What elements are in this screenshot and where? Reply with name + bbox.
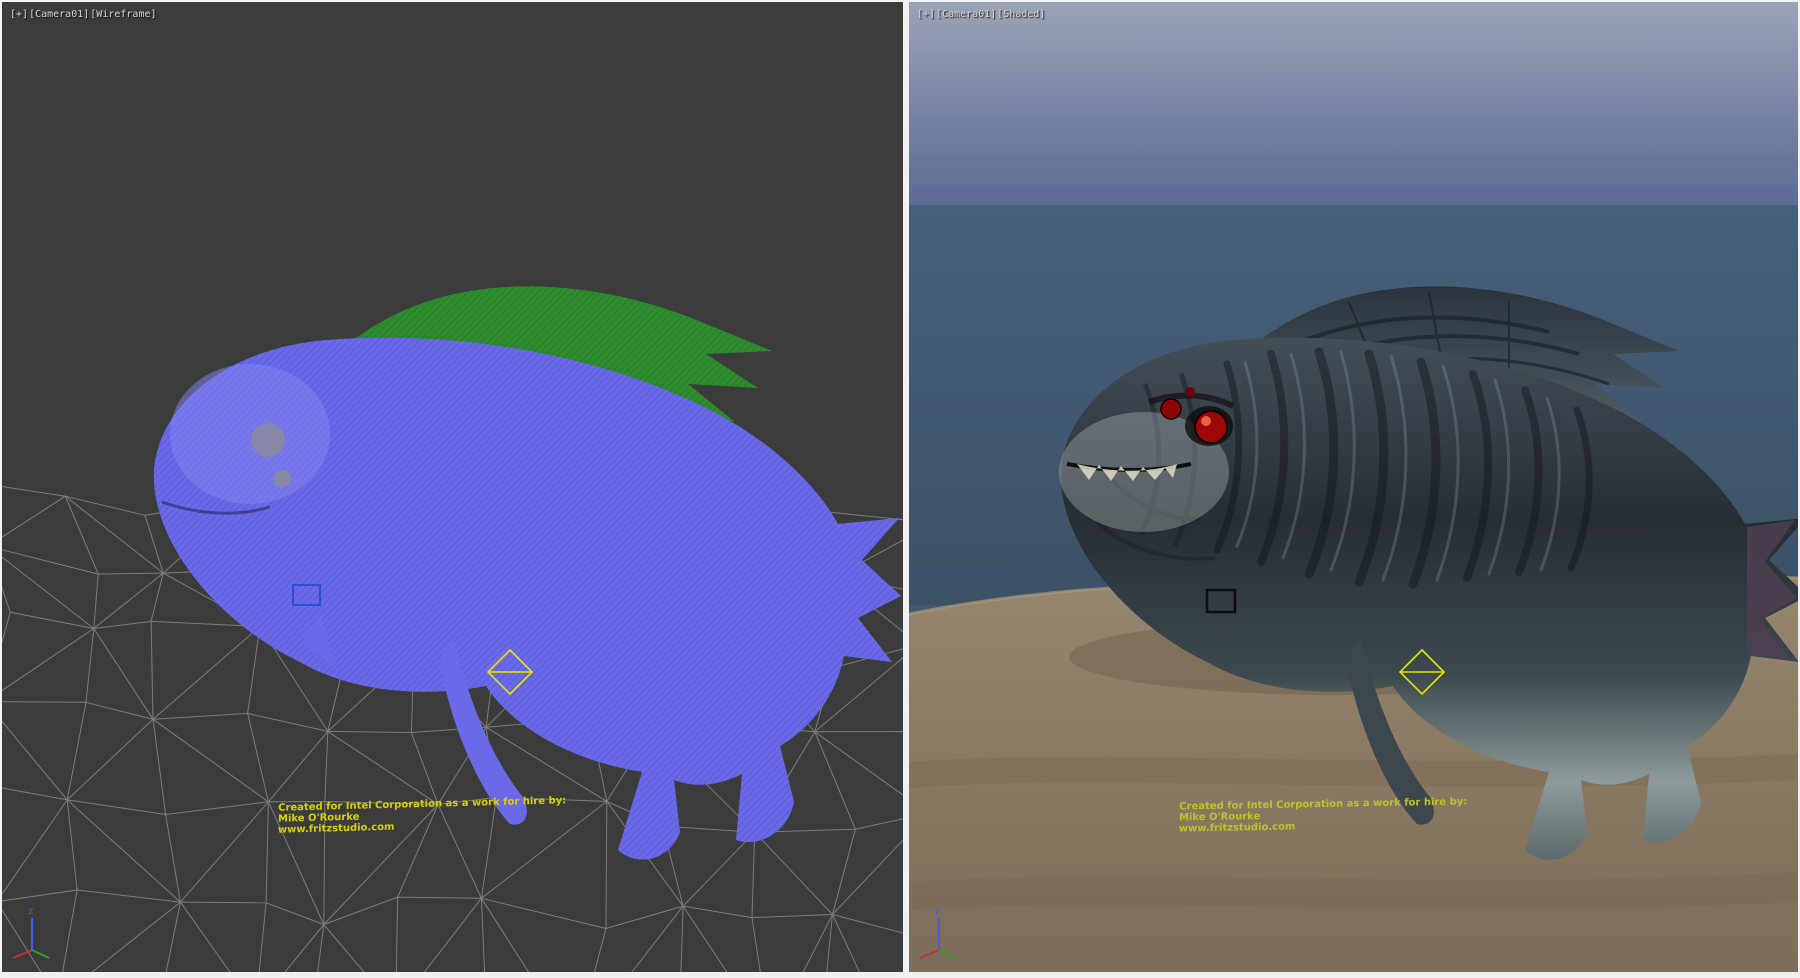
pov-menu[interactable]: [+] <box>917 9 935 20</box>
axis-z-label: z <box>28 906 33 917</box>
watermark-text: Created for Intel Corporation as a work … <box>1179 796 1468 834</box>
viewport-wireframe[interactable]: z Created for Intel Corporation as a wor… <box>2 2 903 972</box>
sky <box>909 2 1798 205</box>
fish-model-wireframe[interactable] <box>154 286 901 859</box>
fish-eye-main-highlight <box>1201 416 1211 426</box>
fish-face-patch <box>170 364 330 504</box>
application-window: z Created for Intel Corporation as a wor… <box>0 0 1800 978</box>
pov-menu[interactable]: [+] <box>10 9 28 20</box>
fish-eye-spot-large <box>251 423 285 457</box>
camera-menu[interactable]: [Camera01] <box>29 9 89 20</box>
fish-eye-main <box>1195 411 1227 443</box>
world-axis-tripod: z <box>13 906 49 958</box>
viewport-label: [+][Camera01][Shaded] <box>917 9 1046 20</box>
fish-eye-second <box>1161 399 1181 419</box>
shading-menu[interactable]: [Wireframe] <box>90 9 156 20</box>
fish-eye-third <box>1185 387 1195 397</box>
shading-menu[interactable]: [Shaded] <box>997 9 1045 20</box>
fish-eye-spot-small <box>273 470 291 488</box>
camera-menu[interactable]: [Camera01] <box>936 9 996 20</box>
viewport-shaded[interactable]: z Created for Intel Corporation as a wor… <box>909 2 1798 972</box>
viewport-label: [+][Camera01][Wireframe] <box>10 9 158 20</box>
axis-z-label: z <box>935 906 940 917</box>
